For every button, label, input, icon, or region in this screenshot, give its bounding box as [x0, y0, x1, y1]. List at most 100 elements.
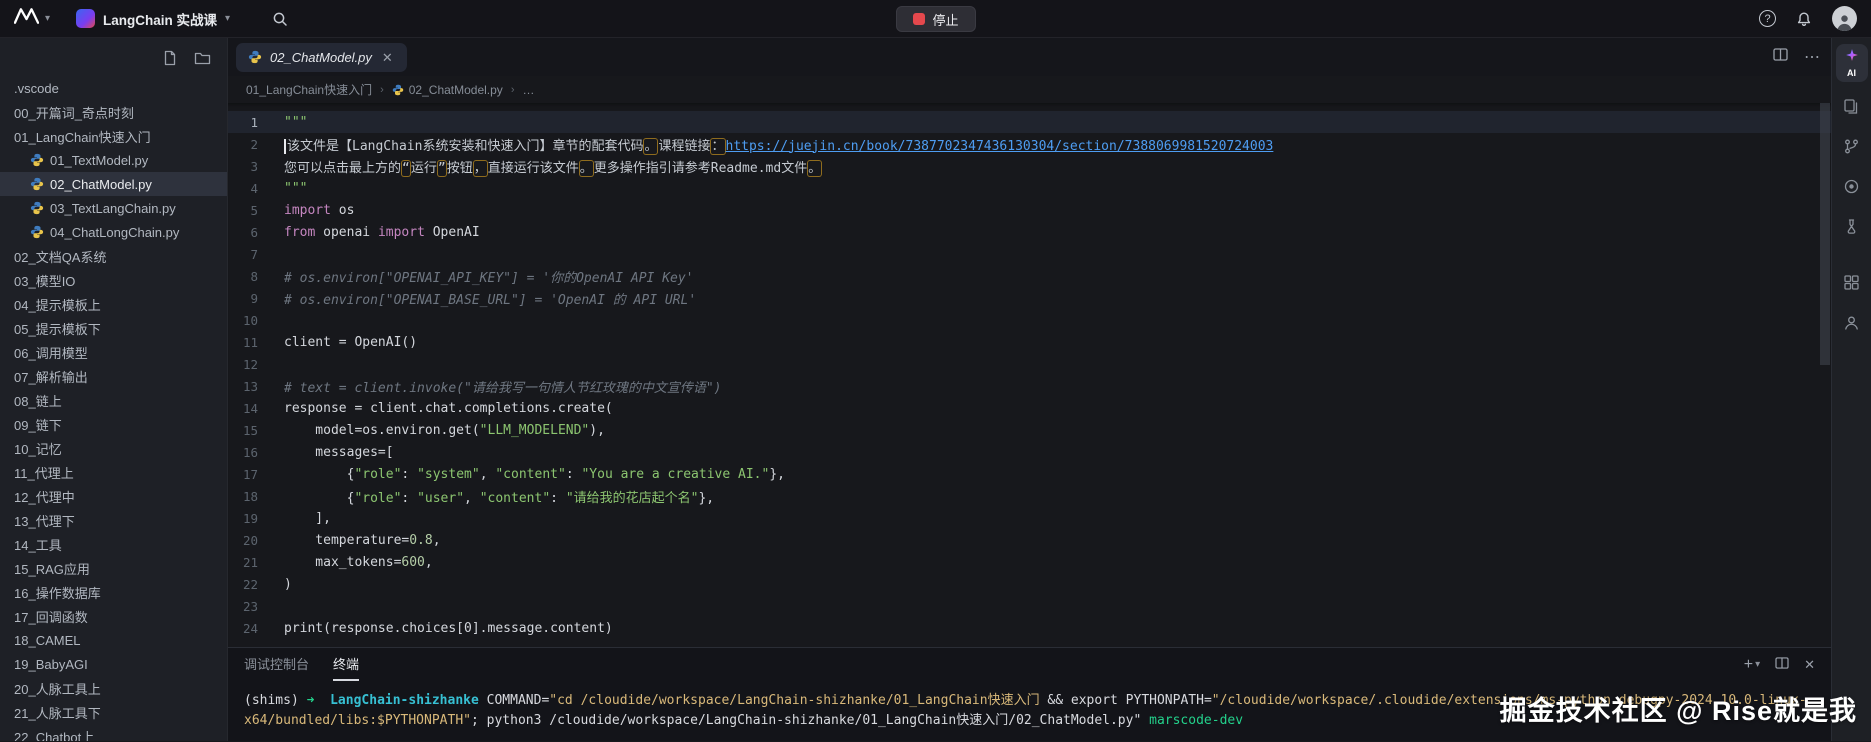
explorer-folder-01_LangChain快速入门[interactable]: 01_LangChain快速入门 — [0, 124, 227, 148]
explorer-file-01_TextModel.py[interactable]: 01_TextModel.py — [0, 148, 227, 172]
explorer-folder-05_提示模板下[interactable]: 05_提示模板下 — [0, 316, 227, 340]
explorer-folder-10_记忆[interactable]: 10_记忆 — [0, 436, 227, 460]
explorer-item-label: 01_LangChain快速入门 — [14, 127, 151, 146]
explorer-folder-21_人脉工具下[interactable]: 21_人脉工具下 — [0, 700, 227, 724]
breadcrumb-folder[interactable]: 01_LangChain快速入门 — [246, 81, 372, 98]
help-icon[interactable]: ? — [1759, 10, 1776, 27]
code-line-12[interactable]: 12 — [228, 353, 1831, 375]
bottom-panel: 调试控制台 终端 +▾ ✕ (shims) ➜ LangChain-shizha… — [228, 647, 1831, 741]
code-line-17[interactable]: 17 {"role": "system", "content": "You ar… — [228, 463, 1831, 485]
explorer-folder-19_BabyAGI[interactable]: 19_BabyAGI — [0, 652, 227, 676]
explorer-folder-12_代理中[interactable]: 12_代理中 — [0, 484, 227, 508]
code-editor[interactable]: 1"""2该文件是【LangChain系统安装和快速入门】章节的配套代码。课程链… — [228, 103, 1831, 647]
code-line-21[interactable]: 21 max_tokens=600, — [228, 551, 1831, 573]
explorer-file-03_TextLangChain.py[interactable]: 03_TextLangChain.py — [0, 196, 227, 220]
code-line-18[interactable]: 18 {"role": "user", "content": "请给我的花店起个… — [228, 485, 1831, 507]
code-line-13[interactable]: 13# text = client.invoke("请给我写一句情人节红玫瑰的中… — [228, 375, 1831, 397]
flask-icon[interactable] — [1836, 210, 1868, 242]
code-line-4[interactable]: 4""" — [228, 177, 1831, 199]
code-line-23[interactable]: 23 — [228, 595, 1831, 617]
git-branch-icon[interactable] — [1836, 130, 1868, 162]
explorer-folder-11_代理上[interactable]: 11_代理上 — [0, 460, 227, 484]
terminal-output[interactable]: (shims) ➜ LangChain-shizhanke COMMAND="c… — [228, 681, 1831, 741]
code-line-24[interactable]: 24print(response.choices[0].message.cont… — [228, 617, 1831, 639]
new-folder-icon[interactable] — [194, 50, 211, 66]
tab-label: 02_ChatModel.py — [270, 50, 372, 65]
new-terminal-icon[interactable]: +▾ — [1744, 656, 1760, 674]
breadcrumb-symbol[interactable]: … — [522, 83, 534, 97]
scrollbar-thumb[interactable] — [1820, 103, 1830, 365]
explorer-folder-14_工具[interactable]: 14_工具 — [0, 532, 227, 556]
code-line-11[interactable]: 11client = OpenAI() — [228, 331, 1831, 353]
ai-assistant-button[interactable]: AI — [1836, 44, 1868, 82]
explorer-folder-07_解析输出[interactable]: 07_解析输出 — [0, 364, 227, 388]
code-line-5[interactable]: 5import os — [228, 199, 1831, 221]
code-line-22[interactable]: 22) — [228, 573, 1831, 595]
pages-icon[interactable] — [1836, 90, 1868, 122]
code-line-15[interactable]: 15 model=os.environ.get("LLM_MODELEND"), — [228, 419, 1831, 441]
tab-02-chatmodel[interactable]: 02_ChatModel.py ✕ — [236, 43, 407, 72]
code-line-16[interactable]: 16 messages=[ — [228, 441, 1831, 463]
user-avatar[interactable] — [1832, 6, 1857, 31]
tab-debug-console[interactable]: 调试控制台 — [244, 648, 309, 681]
explorer-folder-22_Chatbot上[interactable]: 22_Chatbot上 — [0, 724, 227, 741]
terminal-line-1: (shims) ➜ LangChain-shizhanke COMMAND="c… — [244, 691, 1831, 711]
explorer-folder-13_代理下[interactable]: 13_代理下 — [0, 508, 227, 532]
user-icon[interactable] — [1836, 306, 1868, 338]
close-panel-icon[interactable]: ✕ — [1804, 657, 1815, 673]
explorer-item-label: 16_操作数据库 — [14, 583, 101, 602]
notifications-bell-icon[interactable] — [1792, 7, 1816, 31]
line-number: 16 — [228, 445, 284, 460]
explorer-folder-09_链下[interactable]: 09_链下 — [0, 412, 227, 436]
code-line-1[interactable]: 1""" — [228, 111, 1831, 133]
code-line-8[interactable]: 8# os.environ["OPENAI_API_KEY"] = '你的Ope… — [228, 265, 1831, 287]
breadcrumb-file[interactable]: 02_ChatModel.py — [392, 83, 503, 97]
workspace-switcher[interactable]: LangChain 实战课 ▾ — [76, 9, 230, 29]
code-line-9[interactable]: 9# os.environ["OPENAI_BASE_URL"] = 'Open… — [228, 287, 1831, 309]
split-panel-icon[interactable] — [1775, 656, 1789, 674]
code-line-10[interactable]: 10 — [228, 309, 1831, 331]
tab-close-icon[interactable]: ✕ — [380, 49, 395, 66]
explorer-folder-03_模型IO[interactable]: 03_模型IO — [0, 268, 227, 292]
editor-group: 02_ChatModel.py ✕ ⋯ 01_LangChain快速入门 › — [228, 38, 1831, 741]
app-logo-menu[interactable]: ▾ — [14, 8, 50, 29]
code-line-text: # os.environ["OPENAI_BASE_URL"] = 'OpenA… — [284, 289, 696, 308]
explorer-folder-16_操作数据库[interactable]: 16_操作数据库 — [0, 580, 227, 604]
explorer-folder-00_开篇词_奇点时刻[interactable]: 00_开篇词_奇点时刻 — [0, 100, 227, 124]
explorer-folder-04_提示模板上[interactable]: 04_提示模板上 — [0, 292, 227, 316]
split-editor-icon[interactable] — [1773, 48, 1788, 66]
explorer-folder-20_人脉工具上[interactable]: 20_人脉工具上 — [0, 676, 227, 700]
python-file-icon — [30, 225, 44, 239]
record-icon[interactable] — [1836, 170, 1868, 202]
extensions-grid-icon[interactable] — [1836, 266, 1868, 298]
new-file-icon[interactable] — [162, 50, 178, 66]
explorer-item-label: 06_调用模型 — [14, 343, 88, 362]
explorer-folder-08_链上[interactable]: 08_链上 — [0, 388, 227, 412]
code-line-text: # os.environ["OPENAI_API_KEY"] = '你的Open… — [284, 267, 694, 286]
code-line-7[interactable]: 7 — [228, 243, 1831, 265]
code-line-20[interactable]: 20 temperature=0.8, — [228, 529, 1831, 551]
code-line-text: 您可以点击最上方的“运行”按钮，直接运行该文件。更多操作指引请参考Readme.… — [284, 157, 822, 176]
code-line-14[interactable]: 14response = client.chat.completions.cre… — [228, 397, 1831, 419]
editor-tab-bar: 02_ChatModel.py ✕ ⋯ — [228, 38, 1831, 76]
activity-bar: AI — [1831, 38, 1871, 741]
code-line-6[interactable]: 6from openai import OpenAI — [228, 221, 1831, 243]
more-actions-icon[interactable]: ⋯ — [1804, 47, 1821, 67]
tab-terminal[interactable]: 终端 — [333, 648, 359, 681]
explorer-file-04_ChatLongChain.py[interactable]: 04_ChatLongChain.py — [0, 220, 227, 244]
code-line-19[interactable]: 19 ], — [228, 507, 1831, 529]
explorer-folder-18_CAMEL[interactable]: 18_CAMEL — [0, 628, 227, 652]
code-line-3[interactable]: 3您可以点击最上方的“运行”按钮，直接运行该文件。更多操作指引请参考Readme… — [228, 155, 1831, 177]
stop-button[interactable]: 停止 — [895, 6, 975, 32]
explorer-folder-02_文档QA系统[interactable]: 02_文档QA系统 — [0, 244, 227, 268]
explorer-folder-15_RAG应用[interactable]: 15_RAG应用 — [0, 556, 227, 580]
explorer-item-label: 12_代理中 — [14, 487, 75, 506]
explorer-folder-.vscode[interactable]: .vscode — [0, 76, 227, 100]
line-number: 22 — [228, 577, 284, 592]
explorer-folder-17_回调函数[interactable]: 17_回调函数 — [0, 604, 227, 628]
line-number: 20 — [228, 533, 284, 548]
code-line-2[interactable]: 2该文件是【LangChain系统安装和快速入门】章节的配套代码。课程链接：ht… — [228, 133, 1831, 155]
search-icon[interactable] — [268, 7, 292, 31]
explorer-folder-06_调用模型[interactable]: 06_调用模型 — [0, 340, 227, 364]
explorer-file-02_ChatModel.py[interactable]: 02_ChatModel.py — [0, 172, 227, 196]
